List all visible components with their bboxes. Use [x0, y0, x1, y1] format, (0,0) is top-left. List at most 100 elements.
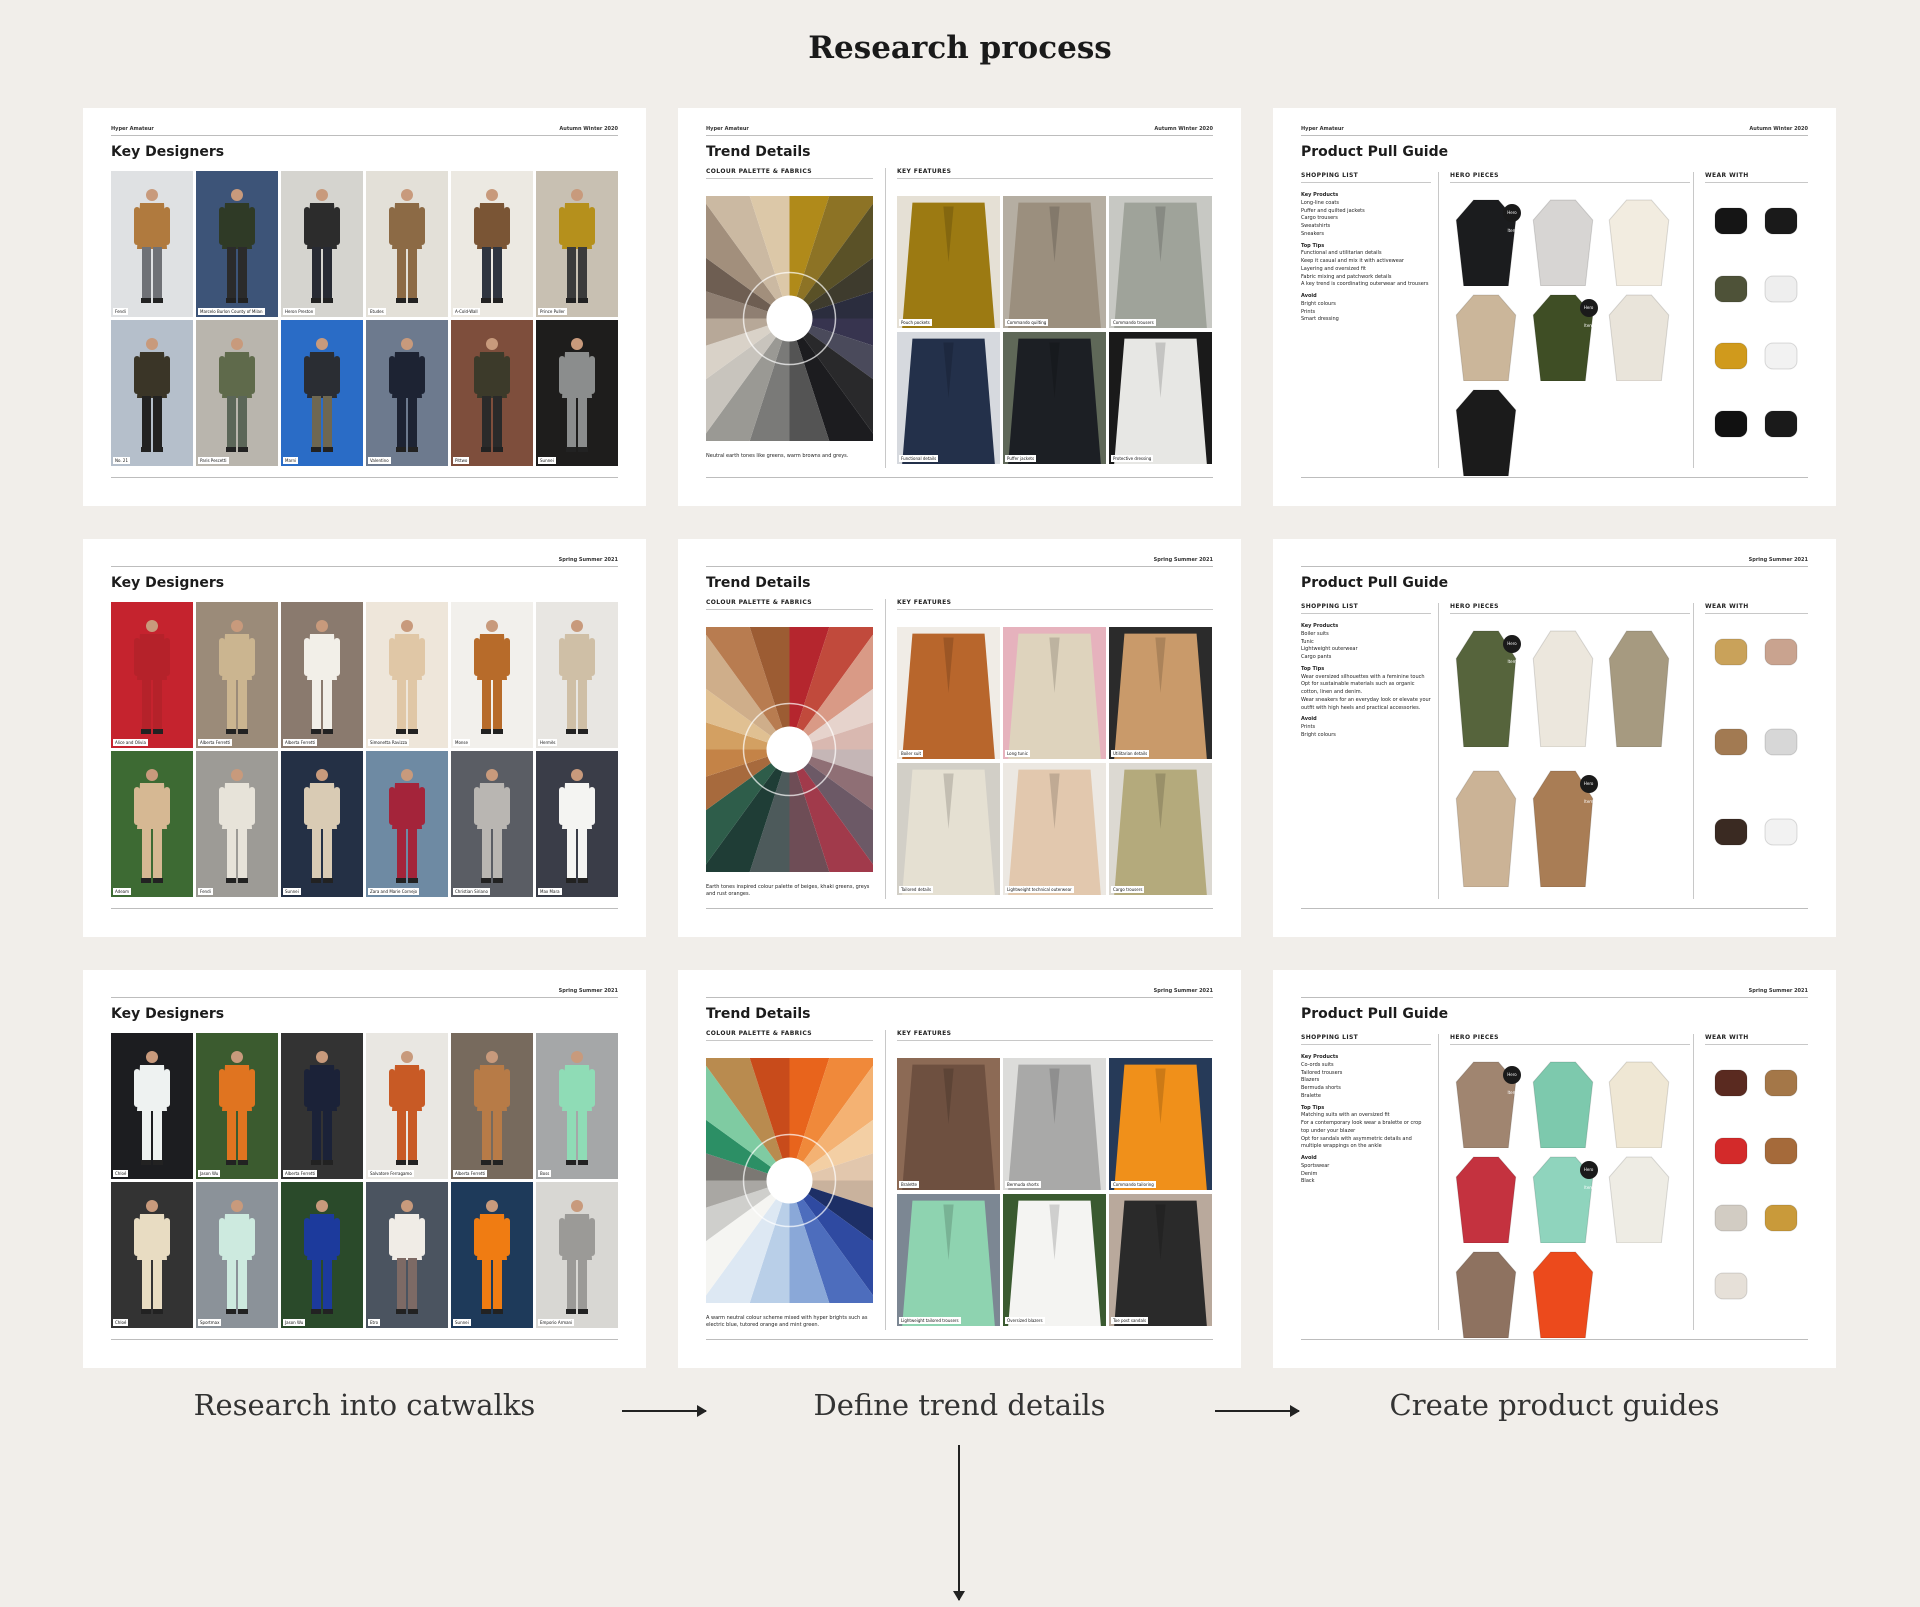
model-figure [557, 187, 597, 309]
look-caption: A-Cold-Wall [453, 308, 480, 315]
feature-caption: Puffer jackets [1005, 455, 1037, 462]
feature-photo: Oversized blazers [1003, 1194, 1106, 1326]
hero-piece [1608, 1155, 1670, 1244]
hero-piece [1608, 198, 1670, 287]
header-rule [706, 135, 1213, 136]
slide-title: Trend Details [706, 575, 811, 591]
model-figure [132, 1198, 172, 1320]
section-rule [1705, 182, 1808, 183]
look-caption: Etro [368, 1319, 381, 1326]
palette-rule [706, 609, 873, 610]
look-caption: Sunnei [453, 1319, 471, 1326]
hero-piece [1532, 629, 1594, 748]
column-divider [1693, 172, 1694, 468]
look-caption: Simonetta Ravizza [368, 739, 410, 746]
feature-photo: Functional details [897, 332, 1000, 464]
column-divider [885, 1030, 886, 1330]
hero-piece [1455, 293, 1517, 382]
shopping-list-label: SHOPPING LIST [1301, 1034, 1359, 1041]
look-caption: Alberta Ferretti [283, 739, 318, 746]
feature-caption: Functional details [899, 455, 939, 462]
column-divider [1438, 1034, 1439, 1330]
feature-photo: Tailored details [897, 763, 1000, 895]
accessory-item [1759, 1060, 1803, 1104]
look-caption: Zara and Marie Cornejo [368, 888, 420, 895]
hero-piece [1608, 1060, 1670, 1149]
accessory-item [1709, 809, 1753, 853]
header-rule [1301, 997, 1808, 998]
top-tips-heading: Top Tips [1301, 665, 1325, 672]
look-caption: Hermès [538, 739, 558, 746]
wear-with-label: WEAR WITH [1705, 1034, 1749, 1041]
column-divider [1693, 1034, 1694, 1330]
features-rule [897, 1040, 1213, 1041]
feature-photo: Toe post sandals [1109, 1194, 1212, 1326]
hero-piece [1455, 769, 1517, 888]
look-caption: Chloé [113, 1170, 129, 1177]
palette-rule [706, 1040, 873, 1041]
catwalk-look: Pittwo [451, 320, 533, 466]
slide-brand: Hyper Amateur [111, 126, 154, 132]
slide-key-designers: Spring Summer 2021 Key Designers Alice and… [83, 539, 646, 937]
list-item: Opt for sandals with asymmetric details … [1301, 1135, 1412, 1150]
catwalk-look: Jason Wu [281, 1182, 363, 1328]
feature-photo: Pouch pockets [897, 196, 1000, 328]
section-rule [1301, 182, 1431, 183]
list-item: Bermuda shorts [1301, 1085, 1341, 1091]
palette-label: COLOUR PALETTE & FABRICS [706, 168, 812, 175]
accessory-item [1759, 719, 1803, 763]
column-divider [1438, 172, 1439, 468]
accessory-item [1709, 1263, 1753, 1307]
wear-with-label: WEAR WITH [1705, 172, 1749, 179]
slide-title: Product Pull Guide [1301, 1006, 1449, 1022]
model-figure [217, 336, 257, 458]
features-rule [897, 609, 1213, 610]
feature-caption: Long tunic [1005, 750, 1030, 757]
section-rule [1450, 613, 1690, 614]
hero-piece [1532, 1250, 1594, 1339]
catwalk-look: Christian Siriano [451, 751, 533, 897]
hero-piece [1532, 1060, 1594, 1149]
list-item: Puffer and quilted jackets [1301, 207, 1365, 214]
list-item: Sweatshirts [1301, 223, 1331, 229]
look-caption: Pittwo [453, 457, 470, 464]
look-caption: Prince Puller [538, 308, 567, 315]
look-caption: Alice and Olivia [113, 739, 148, 746]
feature-caption: Commando tailoring [1111, 1181, 1156, 1188]
look-caption: Sportmax [198, 1319, 222, 1326]
catwalk-looks-grid: Fendi Marcelo Burlon County of Milan Heron… [111, 171, 618, 466]
slide-season: Spring Summer 2021 [1748, 988, 1808, 994]
catwalk-look: Alberta Ferretti [196, 602, 278, 748]
hero-pieces-label: HERO PIECES [1450, 1034, 1499, 1041]
palette-description: A warm neutral colour scheme mixed with … [706, 1315, 868, 1328]
look-caption: Monse [453, 739, 470, 746]
look-caption: Jason Wu [198, 1170, 221, 1177]
feature-caption: Lightweight technical outerwear [1005, 886, 1074, 893]
catwalk-look: Paris Pescetti [196, 320, 278, 466]
list-item: For a contemporary look wear a bralette … [1301, 1120, 1422, 1134]
accessory-item [1759, 266, 1803, 310]
section-rule [1450, 1044, 1690, 1045]
look-caption: Heron Preston [283, 308, 316, 315]
catwalk-look: A-Cold-Wall [451, 171, 533, 317]
top-tips-heading: Top Tips [1301, 1104, 1325, 1111]
feature-caption: Tailored details [899, 886, 934, 893]
step-label-trends: Define trend details [813, 1388, 1106, 1422]
slide-brand: Hyper Amateur [706, 126, 749, 132]
column-divider [1693, 603, 1694, 899]
hero-piece [1455, 1155, 1517, 1244]
model-figure [472, 336, 512, 458]
look-caption: Alberta Ferretti [283, 1170, 318, 1177]
feature-caption: Commando trousers [1111, 319, 1156, 326]
model-figure [132, 618, 172, 740]
model-figure [302, 1049, 342, 1171]
model-figure [302, 336, 342, 458]
list-item: Tailored trousers [1301, 1069, 1343, 1076]
list-item: Matching suits with an oversized fit [1301, 1112, 1390, 1119]
slide-trend-details: Hyper Amateur Autumn Winter 2020 Trend Det… [678, 108, 1241, 506]
list-item: Cargo pants [1301, 654, 1332, 660]
feature-caption: Utilitarian details [1111, 750, 1150, 757]
footer-rule [1301, 1339, 1808, 1340]
look-caption: Christian Siriano [453, 888, 490, 895]
avoid-heading: Avoid [1301, 716, 1317, 723]
